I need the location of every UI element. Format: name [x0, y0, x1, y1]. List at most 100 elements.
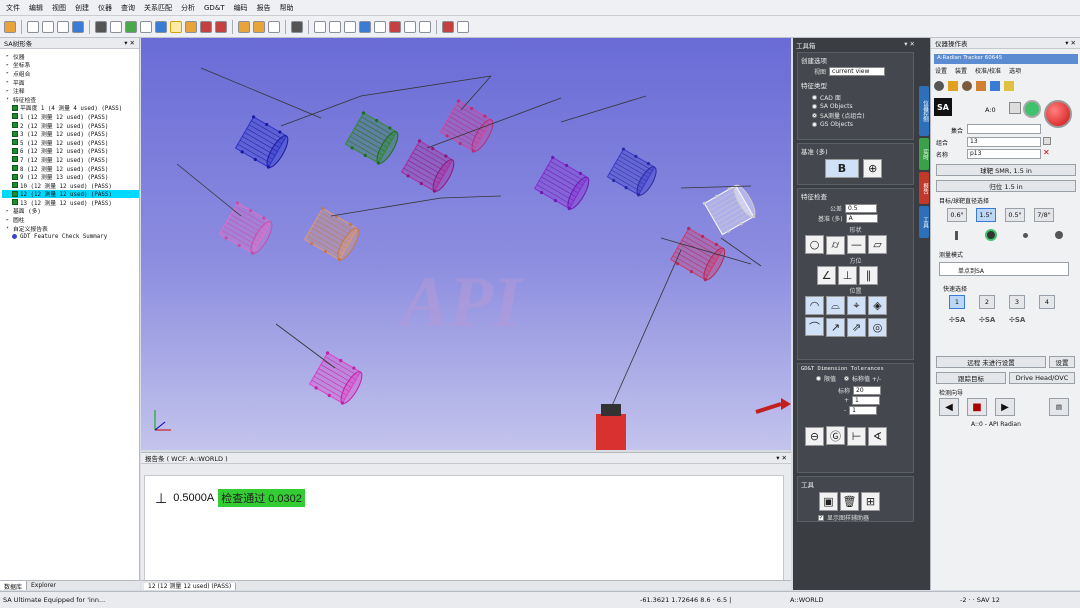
- tree-item[interactable]: 9 (12 测量 13 used) (PASS): [2, 172, 139, 181]
- measured-cylinder[interactable]: [302, 206, 363, 264]
- tree-item[interactable]: 平面度 1 (4 测量 4 used) (PASS): [2, 104, 139, 112]
- quick-icon-3[interactable]: ✣SA: [1009, 316, 1025, 330]
- tree-item[interactable]: ▾ 特征检查: [2, 95, 139, 103]
- tree-item[interactable]: 5 (12 测量 12 used) (PASS): [2, 138, 139, 147]
- tree-item[interactable]: GDT Feature Check Summary: [2, 232, 139, 241]
- tool-window-icon[interactable]: ▣: [819, 492, 838, 511]
- datum-target-icon[interactable]: ⊕: [863, 159, 883, 178]
- bulb-icon[interactable]: [990, 81, 1000, 91]
- guide-settings-icon[interactable]: ▤: [1049, 398, 1069, 416]
- datum-b-button[interactable]: B: [825, 159, 859, 178]
- ruler-icon[interactable]: [404, 20, 416, 33]
- measured-cylinder[interactable]: [532, 155, 593, 213]
- pin-close-icons[interactable]: ▾ ✕: [776, 454, 787, 462]
- check-icon[interactable]: [442, 20, 454, 33]
- open-icon[interactable]: [4, 20, 16, 33]
- save-icon[interactable]: [72, 20, 84, 33]
- target-size-button[interactable]: 7/8": [1034, 208, 1054, 222]
- tree-item[interactable]: 2 (12 测量 12 used) (PASS): [2, 121, 139, 129]
- rotate-icon[interactable]: [329, 20, 341, 33]
- measured-cylinder[interactable]: [343, 111, 402, 168]
- instrument-icon[interactable]: [125, 20, 137, 33]
- vtab-report[interactable]: 报告: [919, 172, 929, 204]
- gear-icon[interactable]: [934, 81, 944, 91]
- flatness-icon[interactable]: ▱: [868, 235, 887, 254]
- tree-item[interactable]: 12 (12 测量 12 used) (PASS): [2, 189, 139, 199]
- wrench-icon[interactable]: [976, 81, 986, 91]
- remote-button[interactable]: 远程 未进行设置: [936, 356, 1046, 368]
- menu-item[interactable]: 仪器: [98, 3, 112, 13]
- plus-input[interactable]: 1: [852, 396, 881, 405]
- pencil-icon[interactable]: [948, 81, 958, 91]
- tree-item[interactable]: ▸ 平面: [2, 78, 139, 86]
- report-icon[interactable]: [457, 20, 469, 33]
- datum-input[interactable]: A: [845, 214, 878, 223]
- menu-item[interactable]: 关系匹配: [144, 3, 172, 13]
- tolerance-input[interactable]: 0.5: [845, 204, 878, 213]
- report-tab[interactable]: 12 (12 测量 12 used) (PASS): [144, 583, 237, 590]
- tree-structure-icon[interactable]: ⊞: [861, 492, 880, 511]
- radius-icon[interactable]: Ⓖ: [826, 426, 845, 445]
- collect-input[interactable]: 13: [967, 137, 1041, 147]
- menu-item[interactable]: 报告: [257, 3, 271, 13]
- feature-type-radio[interactable]: SA Objects: [812, 103, 913, 110]
- instrument-menu-item[interactable]: 装置: [955, 66, 967, 75]
- show-helper-checkbox[interactable]: ✓: [818, 514, 824, 521]
- display-icon[interactable]: [1009, 102, 1021, 114]
- target-size-button[interactable]: 1.5": [976, 208, 996, 222]
- tree-tab-explorer[interactable]: Explorer: [27, 581, 60, 590]
- measure-icon[interactable]: [110, 20, 122, 33]
- instrument-menu-item[interactable]: 校准/校准: [975, 66, 1001, 75]
- tree-item[interactable]: ▾ 自定义报告表: [2, 224, 139, 232]
- tree-item[interactable]: ▸ 坐标系: [2, 61, 139, 69]
- pin-close-icons[interactable]: ▾ ✕: [904, 40, 915, 48]
- menu-item[interactable]: 查询: [121, 3, 135, 13]
- tree-item[interactable]: 8 (12 测量 12 used) (PASS): [2, 164, 139, 172]
- red-box-icon[interactable]: [200, 20, 212, 33]
- nominal-input[interactable]: 20: [853, 386, 882, 395]
- vtab-instrument[interactable]: 仪器控制: [919, 86, 929, 136]
- new-file-icon[interactable]: [27, 20, 39, 33]
- measure-red-button[interactable]: [1044, 100, 1072, 128]
- quick-icon-1[interactable]: ✣SA: [949, 316, 965, 330]
- circularity-icon[interactable]: ○: [805, 235, 824, 254]
- camera-icon[interactable]: [291, 20, 303, 33]
- view-select[interactable]: current view: [829, 67, 886, 76]
- copy-icon[interactable]: [57, 20, 69, 33]
- tree-item[interactable]: 13 (12 测量 12 used) (PASS): [2, 198, 139, 207]
- angularity-icon[interactable]: ∠: [817, 265, 836, 285]
- mode-select[interactable]: 单点到SA: [939, 262, 1069, 276]
- profile-line-icon[interactable]: ⌓: [826, 296, 845, 315]
- menu-item[interactable]: 视图: [52, 3, 66, 13]
- instrument-menu-item[interactable]: 设置: [935, 66, 947, 75]
- tree-item[interactable]: 3 (12 测量 12 used) (PASS): [2, 129, 139, 138]
- tree-item[interactable]: 10 (12 测量 12 used) (PASS): [2, 181, 139, 190]
- menu-item[interactable]: 分析: [181, 3, 195, 13]
- guide-stop-icon[interactable]: ■: [967, 398, 987, 416]
- minus-input[interactable]: 1: [849, 406, 878, 415]
- 3d-viewport[interactable]: API: [141, 38, 791, 450]
- menu-item[interactable]: 编辑: [29, 3, 43, 13]
- tree-item[interactable]: ▸ 仪器: [2, 52, 139, 60]
- zoom-window-icon[interactable]: [374, 20, 386, 33]
- quick-select-button[interactable]: 3: [1009, 295, 1025, 309]
- menu-item[interactable]: GD&T: [204, 4, 225, 12]
- open-file-icon[interactable]: [42, 20, 54, 33]
- limit-radio[interactable]: 限值: [816, 374, 836, 383]
- settings-button[interactable]: 设置: [1049, 356, 1075, 368]
- tree-item[interactable]: ▸ 点组合: [2, 69, 139, 77]
- target-size-button[interactable]: 0.6": [947, 208, 967, 222]
- target-size-button[interactable]: 0.5": [1005, 208, 1025, 222]
- group-select[interactable]: [967, 124, 1041, 134]
- quick-select-button[interactable]: 4: [1039, 295, 1055, 309]
- tree-item[interactable]: 1 (12 测量 12 used) (PASS): [2, 112, 139, 121]
- tree-item[interactable]: ▸ 注释: [2, 86, 139, 95]
- runout-icon[interactable]: ↗: [826, 317, 845, 337]
- quick-icon-2[interactable]: ✣SA: [979, 316, 995, 330]
- tree-tab-database[interactable]: 数据库: [0, 581, 28, 591]
- cube-icon[interactable]: [170, 20, 182, 33]
- zoom-icon[interactable]: [344, 20, 356, 33]
- home-button[interactable]: 归位 1.5 in: [936, 180, 1076, 192]
- angle-icon[interactable]: ∢: [868, 426, 887, 446]
- drive-head-button[interactable]: Drive Head/OVC: [1009, 372, 1075, 384]
